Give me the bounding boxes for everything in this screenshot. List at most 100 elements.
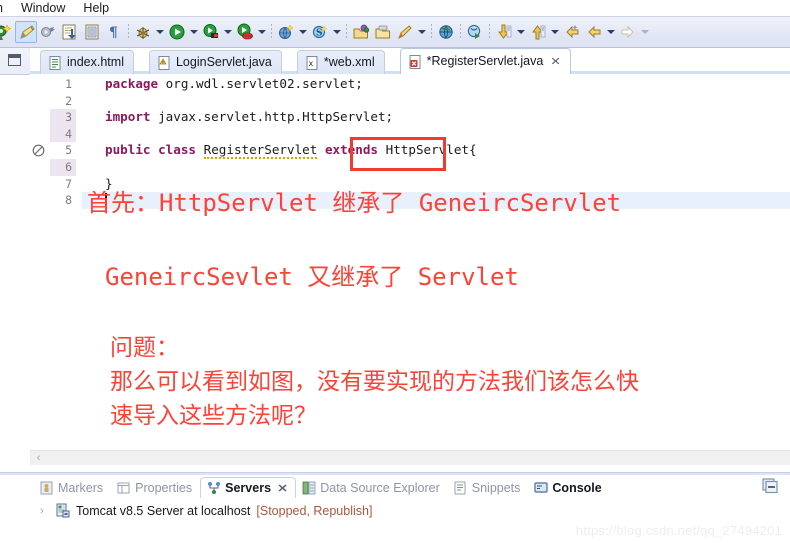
open-web-browser-icon[interactable] — [275, 21, 297, 43]
left-minimized-panel — [0, 48, 31, 465]
bottom-tab-bar: Markers Properties Servers ✕ Data Source… — [34, 476, 790, 499]
run-last-tool-icon[interactable] — [464, 21, 486, 43]
scroll-left-arrow[interactable]: ‹ — [34, 453, 43, 464]
new-wizard-icon[interactable] — [0, 21, 15, 43]
next-annotation-dropdown-arrow[interactable] — [515, 21, 527, 43]
bottom-tab-snippets[interactable]: Snippets — [448, 477, 529, 498]
toolbar-separator-3 — [343, 21, 350, 43]
paragraph-mark-icon[interactable]: ¶ — [103, 21, 125, 43]
open-type-icon[interactable] — [350, 21, 372, 43]
print-icon[interactable] — [81, 21, 103, 43]
search-dropdown-arrow[interactable] — [331, 21, 343, 43]
debug-icon[interactable] — [132, 21, 154, 43]
debug-dropdown-arrow[interactable] — [154, 21, 166, 43]
close-icon[interactable]: ✕ — [277, 482, 288, 495]
bottom-tab-data-source-explorer[interactable]: Data Source Explorer — [296, 477, 448, 498]
bottom-tab-label: Console — [552, 480, 602, 495]
run-server-icon[interactable] — [200, 21, 222, 43]
left-panel-header[interactable] — [0, 48, 31, 75]
editor-tab-bar: index.html LoginServlet.java x *web.xml … — [30, 48, 790, 75]
error-marker-icon[interactable] — [32, 144, 45, 157]
code-token-keyword: public — [105, 142, 151, 158]
code-token-plain: javax.servlet.http.HttpServlet; — [150, 109, 394, 125]
annotation-line-1: 首先：HttpServlet 继承了 GeneircServlet — [87, 189, 622, 217]
code-token-keyword: extends — [324, 142, 379, 158]
chevron-right-icon[interactable]: › — [40, 505, 50, 517]
code-token-classname: RegisterServlet — [203, 142, 318, 160]
code-token-supertype: HttpServlet{ — [385, 142, 477, 158]
stop-server-dropdown-arrow[interactable] — [256, 21, 268, 43]
edit-highlight-icon[interactable] — [15, 21, 37, 43]
editor-tab-web-xml[interactable]: x *web.xml — [296, 50, 385, 74]
line-number: 6 — [50, 158, 76, 176]
toolbar-separator-5 — [457, 21, 464, 43]
bottom-tab-console[interactable]: Console — [528, 477, 609, 498]
menu-bar: n Window Help — [0, 0, 790, 16]
restore-view-icon[interactable] — [8, 54, 21, 66]
bottom-tab-servers[interactable]: Servers ✕ — [200, 477, 297, 498]
bottom-tab-properties[interactable]: Properties — [111, 477, 200, 498]
bottom-tab-markers[interactable]: Markers — [34, 477, 111, 498]
save-icon[interactable] — [59, 21, 81, 43]
skip-breakpoints-icon[interactable] — [37, 21, 59, 43]
editor-tab-index-html[interactable]: index.html — [40, 50, 134, 74]
next-annotation-icon[interactable] — [493, 21, 515, 43]
server-list-item[interactable]: › Tomcat v8.5 Server at localhost [Stopp… — [40, 503, 372, 518]
minimize-view-icon[interactable] — [762, 478, 780, 494]
toolbar-separator-2 — [268, 21, 275, 43]
html-file-icon — [49, 55, 62, 70]
menu-item-help[interactable]: Help — [74, 0, 118, 16]
editor-tab-registerservlet-java[interactable]: *RegisterServlet.java ✕ — [399, 48, 571, 74]
annotation-line-2: GeneircSevlet 又继承了 Servlet — [105, 263, 519, 291]
eclipse-window: n Window Help — [0, 0, 790, 543]
back-icon[interactable] — [561, 21, 583, 43]
code-line-1: package org.wdl.servlet02.servlet; — [82, 76, 790, 93]
bottom-tab-label: Snippets — [471, 480, 521, 495]
menu-item-clipped[interactable]: n — [0, 0, 12, 16]
editor-tab-label: index.html — [67, 55, 124, 70]
horizontal-scrollbar[interactable]: ‹ — [30, 450, 790, 465]
data-source-explorer-icon — [302, 481, 316, 495]
line-number: 8 — [65, 193, 72, 208]
search-icon[interactable]: S — [309, 21, 331, 43]
svg-text:x: x — [308, 59, 313, 68]
bottom-tab-label: Servers — [225, 481, 272, 495]
previous-annotation-dropdown-arrow[interactable] — [549, 21, 561, 43]
browser-dropdown-arrow[interactable] — [297, 21, 309, 43]
menu-item-window[interactable]: Window — [12, 0, 74, 16]
run-dropdown-arrow[interactable] — [188, 21, 200, 43]
code-token-keyword: package — [105, 76, 159, 91]
next-dropdown-arrow[interactable] — [639, 21, 651, 43]
pencil-icon[interactable] — [394, 21, 416, 43]
previous-annotation-icon[interactable] — [527, 21, 549, 43]
code-editor[interactable]: 1 2 3 4 5 6 7 8 package org.wdl.servlet0… — [30, 74, 790, 465]
editor-marker-bar[interactable] — [30, 74, 50, 451]
forward-icon[interactable] — [583, 21, 605, 43]
editor-tab-label: *RegisterServlet.java — [426, 54, 544, 69]
globe-icon[interactable] — [435, 21, 457, 43]
annotation-question-body-1: 那么可以看到如图，没有要实现的方法我们该怎么快 — [110, 369, 639, 395]
svg-text:¶: ¶ — [109, 25, 118, 41]
forward-dropdown-arrow[interactable] — [605, 21, 617, 43]
stop-server-icon[interactable] — [234, 21, 256, 43]
editor-tab-loginservlet-java[interactable]: LoginServlet.java — [148, 50, 282, 74]
pencil-dropdown-arrow[interactable] — [416, 21, 428, 43]
snippets-icon — [454, 481, 467, 495]
code-token-plain: org.wdl.servlet02.servlet; — [158, 76, 363, 91]
code-token-keyword: import — [105, 109, 151, 125]
open-task-icon[interactable] — [372, 21, 394, 43]
markers-icon — [40, 481, 53, 495]
code-line-5: public class RegisterServlet extends Htt… — [82, 142, 790, 160]
server-name: Tomcat v8.5 Server at localhost — [76, 503, 251, 518]
next-icon[interactable] — [617, 21, 639, 43]
code-token-keyword: class — [158, 142, 197, 158]
run-icon[interactable] — [166, 21, 188, 43]
close-icon[interactable]: ✕ — [551, 55, 562, 68]
main-area: index.html LoginServlet.java x *web.xml … — [0, 48, 790, 465]
run-server-dropdown-arrow[interactable] — [222, 21, 234, 43]
line-number: 2 — [65, 93, 72, 108]
